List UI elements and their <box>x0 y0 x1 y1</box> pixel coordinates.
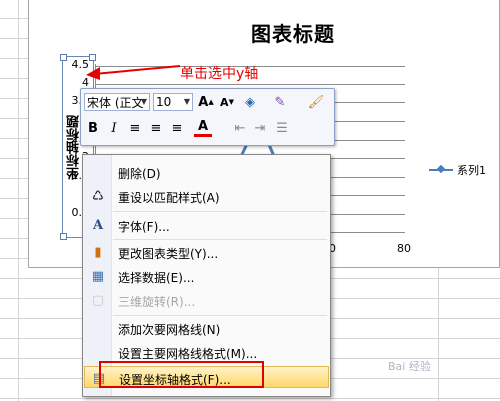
gridline <box>95 84 405 85</box>
menu-separator <box>113 211 327 212</box>
shrink-font-icon[interactable]: A ▼ <box>218 93 236 111</box>
x-tick-label: 80 <box>397 242 411 255</box>
select-data-icon: ▦ <box>91 268 105 284</box>
line-color-icon[interactable]: ✎ <box>271 93 289 111</box>
bold-icon[interactable]: B <box>84 119 102 137</box>
menu-item-format-major-gridlines[interactable]: 设置主要网格线格式(M)... <box>84 341 329 363</box>
menu-item-label: 三维旋转(R)... <box>118 295 196 309</box>
annotation-arrow-icon <box>86 65 181 80</box>
menu-item-label: 重设以匹配样式(A) <box>118 191 220 205</box>
menu-item-select-data[interactable]: ▦ 选择数据(E)... <box>84 265 329 287</box>
bullets-icon[interactable]: ☰ <box>273 119 291 137</box>
font-name-value: 宋体 (正文 <box>87 95 144 110</box>
mini-toolbar: 宋体 (正文 ▼ 10 ▼ A ▲ A ▼ ◈ ✎ 🖌 B I ≡ ≡ ≡ A ⇤ … <box>80 88 335 146</box>
format-painter-icon[interactable]: 🖌 <box>307 93 325 111</box>
font-size-value: 10 <box>156 95 172 109</box>
font-icon: A <box>92 217 104 233</box>
font-size-dropdown[interactable]: 10 ▼ <box>153 93 193 111</box>
watermark: Bai 经验 <box>388 360 431 373</box>
decrease-indent-icon[interactable]: ⇤ <box>231 119 249 137</box>
menu-item-change-chart-type[interactable]: ▮ 更改图表类型(Y)... <box>84 241 329 263</box>
chart-title[interactable]: 图表标题 <box>251 18 335 47</box>
menu-item-label: 更改图表类型(Y)... <box>118 247 219 261</box>
grow-font-icon[interactable]: A ▲ <box>197 93 215 111</box>
chart-type-icon: ▮ <box>94 244 102 260</box>
menu-item-label: 添加次要网格线(N) <box>118 323 221 337</box>
menu-item-reset-style[interactable]: ♺ 重设以匹配样式(A) <box>84 185 329 207</box>
menu-item-add-minor-gridlines[interactable]: 添加次要网格线(N) <box>84 317 329 339</box>
fill-color-icon[interactable]: ◈ <box>241 93 259 111</box>
resize-handle[interactable] <box>89 54 96 61</box>
menu-item-label: 字体(F)... <box>118 220 170 234</box>
font-color-icon[interactable]: A <box>194 119 212 137</box>
legend-label: 系列1 <box>457 164 486 177</box>
chart-legend[interactable]: 系列1 <box>429 162 486 178</box>
highlight-box <box>99 361 264 388</box>
align-right-icon[interactable]: ≡ <box>168 119 186 137</box>
increase-indent-icon[interactable]: ⇥ <box>251 119 269 137</box>
menu-item-delete[interactable]: 删除(D) <box>84 161 329 183</box>
reset-style-icon: ♺ <box>92 188 104 204</box>
align-center-icon[interactable]: ≡ <box>147 119 165 137</box>
menu-item-label: 删除(D) <box>118 167 161 181</box>
italic-icon[interactable]: I <box>105 119 123 137</box>
menu-item-3d-rotation[interactable]: ▢ 三维旋转(R)... <box>84 289 329 311</box>
dropdown-arrow-icon: ▼ <box>140 97 147 106</box>
menu-separator <box>113 239 327 240</box>
align-left-icon[interactable]: ≡ <box>126 119 144 137</box>
menu-item-font[interactable]: A 字体(F)... <box>84 214 329 236</box>
font-name-dropdown[interactable]: 宋体 (正文 ▼ <box>84 93 150 111</box>
annotation-text: 单击选中y轴 <box>180 66 259 82</box>
menu-item-label: 设置主要网格线格式(M)... <box>118 347 258 361</box>
legend-marker <box>429 169 453 171</box>
menu-separator <box>113 315 327 316</box>
menu-item-label: 选择数据(E)... <box>118 271 195 285</box>
dropdown-arrow-icon: ▼ <box>183 97 190 106</box>
3d-rotation-icon: ▢ <box>91 292 105 308</box>
